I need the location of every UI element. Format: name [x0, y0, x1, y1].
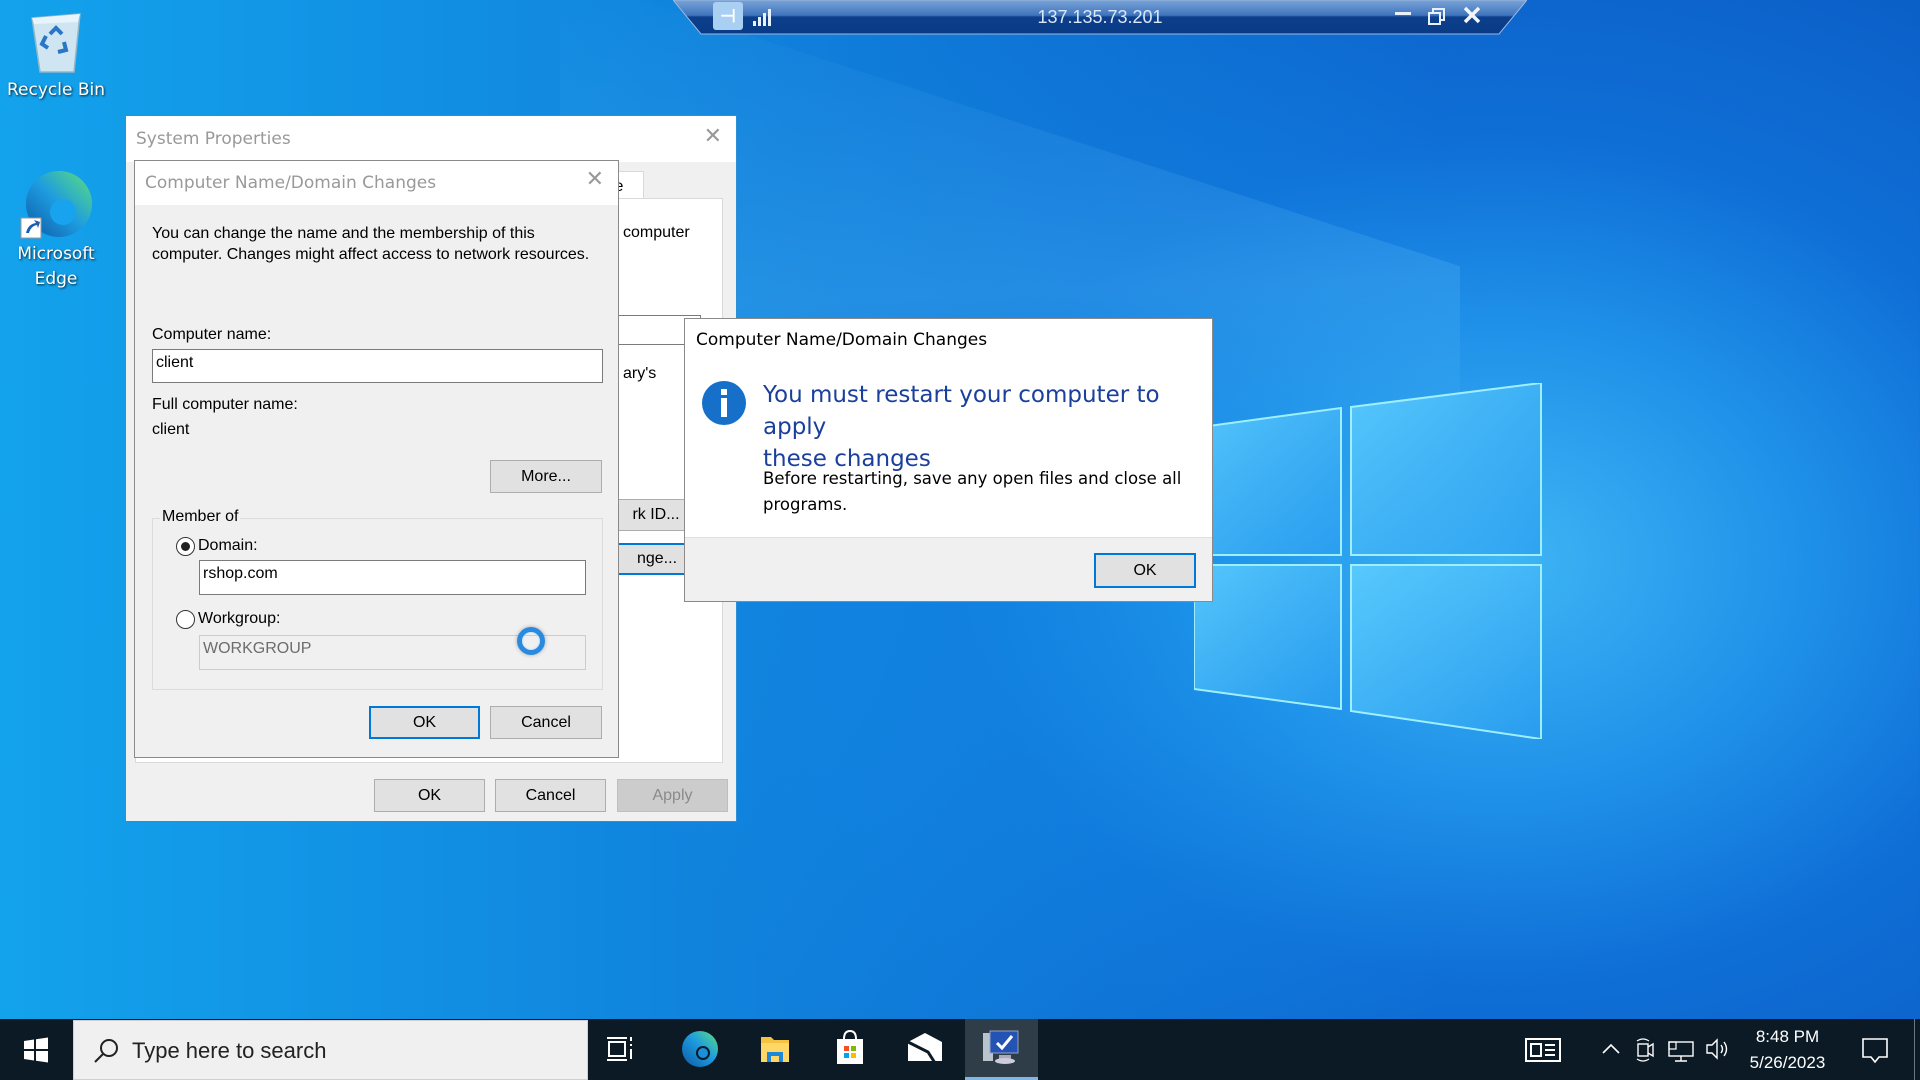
computer-name-dialog-titlebar: Computer Name/Domain Changes ✕ — [135, 161, 618, 205]
search-placeholder: Type here to search — [132, 1038, 327, 1063]
ok-label: OK — [412, 714, 437, 731]
computer-name-cancel-button[interactable]: Cancel — [490, 706, 602, 739]
chevron-up-icon — [1602, 1043, 1620, 1054]
domain-input[interactable]: rshop.com — [199, 560, 586, 595]
partial-description-text: computer — [623, 224, 690, 241]
edge-icon — [19, 166, 93, 242]
task-view-icon — [607, 1037, 632, 1061]
edge-label-line2: Edge — [34, 269, 78, 289]
mail-icon — [907, 1033, 942, 1064]
system-properties-ok-button[interactable]: OK — [374, 779, 485, 812]
clock-date: 5/26/2023 — [1749, 1053, 1826, 1072]
show-hidden-icons-button[interactable] — [1596, 1019, 1626, 1080]
system-properties-icon — [983, 1030, 1019, 1064]
computer-name-ok-button[interactable]: OK — [369, 706, 480, 739]
restart-dialog-footer: OK — [685, 537, 1212, 601]
minimize-icon[interactable] — [1395, 12, 1411, 15]
show-desktop-button[interactable] — [1914, 1019, 1920, 1080]
ok-label: OK — [1133, 562, 1157, 579]
volume-icon — [1706, 1038, 1728, 1060]
close-icon[interactable] — [1462, 5, 1482, 25]
remote-host-address: 137.135.73.201 — [1037, 7, 1163, 27]
change-label: nge... — [636, 550, 678, 567]
search-icon — [94, 1039, 118, 1063]
taskbar: Type here to search 8:48 PM 5/26/2023 — [0, 1019, 1920, 1080]
start-button[interactable] — [0, 1019, 72, 1080]
windows-logo-icon — [1193, 381, 1542, 741]
recycle-bin-icon — [26, 8, 86, 78]
restart-ok-button[interactable]: OK — [1094, 553, 1196, 588]
workgroup-value: WORKGROUP — [203, 640, 312, 657]
full-computer-name-label: Full computer name: — [152, 396, 298, 413]
domain-value: rshop.com — [203, 565, 278, 582]
recycle-bin-label: Recycle Bin — [6, 80, 105, 100]
desktop-icon-recycle-bin[interactable]: Recycle Bin — [6, 8, 106, 103]
windows-logo-wallpaper — [1193, 381, 1542, 741]
apply-label: Apply — [652, 787, 693, 804]
cancel-label: Cancel — [521, 714, 571, 731]
windows-start-icon — [24, 1037, 48, 1063]
system-properties-apply-button[interactable]: Apply — [617, 779, 728, 812]
clock[interactable]: 8:48 PM 5/26/2023 — [1740, 1019, 1835, 1080]
cancel-label: Cancel — [525, 787, 576, 804]
taskbar-mail[interactable] — [895, 1019, 955, 1080]
dialog-description: You can change the name and the membersh… — [152, 223, 589, 265]
more-label: More... — [521, 468, 571, 485]
restart-required-dialog: Computer Name/Domain Changes You must re… — [684, 318, 1213, 602]
remote-desktop-connection-bar: ⊣ 137.135.73.201 — [673, 0, 1527, 36]
network-icon — [1668, 1041, 1694, 1062]
ok-label: OK — [417, 787, 442, 804]
system-properties-cancel-button[interactable]: Cancel — [495, 779, 606, 812]
edge-label-line1: Microsoft — [17, 244, 95, 264]
desktop-icon-microsoft-edge[interactable]: Microsoft Edge — [6, 166, 106, 292]
close-icon[interactable]: ✕ — [704, 124, 722, 149]
network-tray-button[interactable] — [1665, 1019, 1697, 1080]
computer-name-label: Computer name: — [152, 326, 272, 343]
body-line: Before restarting, save any open files a… — [763, 469, 1182, 488]
taskbar-file-explorer[interactable] — [745, 1019, 805, 1080]
task-view-button[interactable] — [595, 1019, 655, 1080]
restart-body: Before restarting, save any open files a… — [763, 466, 1181, 518]
news-widget-button[interactable] — [1520, 1019, 1568, 1080]
close-icon[interactable]: ✕ — [586, 167, 604, 192]
heading-line: You must restart your computer to apply — [763, 382, 1160, 440]
taskbar-microsoft-store[interactable] — [820, 1019, 880, 1080]
domain-radio[interactable] — [176, 537, 195, 556]
info-icon — [702, 381, 746, 425]
edge-icon — [682, 1031, 718, 1067]
action-center-button[interactable] — [1850, 1019, 1900, 1080]
full-computer-name-value: client — [152, 421, 190, 438]
restart-dialog-title: Computer Name/Domain Changes — [696, 330, 988, 350]
computer-name-value: client — [156, 354, 194, 371]
computer-name-dialog-title: Computer Name/Domain Changes — [145, 173, 437, 193]
partial-label-text: ary's — [623, 365, 657, 382]
system-properties-title: System Properties — [136, 129, 291, 149]
description-line: computer. Changes might affect access to… — [152, 246, 590, 263]
more-button[interactable]: More... — [490, 460, 602, 493]
camera-tray-button[interactable] — [1632, 1019, 1660, 1080]
news-icon — [1525, 1038, 1561, 1062]
workgroup-radio[interactable] — [176, 610, 195, 629]
system-properties-titlebar: System Properties ✕ — [126, 116, 736, 162]
busy-cursor-icon — [517, 627, 545, 655]
volume-tray-button[interactable] — [1703, 1019, 1733, 1080]
computer-name-input[interactable]: client — [152, 349, 603, 383]
restart-heading: You must restart your computer to apply … — [763, 379, 1212, 475]
description-line: You can change the name and the membersh… — [152, 225, 535, 242]
workgroup-label: Workgroup: — [198, 610, 281, 627]
notifications-icon — [1862, 1038, 1888, 1064]
network-id-label: rk ID... — [632, 506, 680, 523]
domain-label: Domain: — [198, 537, 258, 554]
restore-icon[interactable] — [1427, 6, 1447, 26]
file-explorer-icon — [761, 1037, 789, 1062]
member-of-label: Member of — [160, 508, 241, 526]
taskbar-system-properties[interactable] — [965, 1019, 1038, 1080]
body-line: programs. — [763, 495, 848, 514]
computer-name-dialog: Computer Name/Domain Changes ✕ You can c… — [134, 160, 619, 758]
microsoft-store-icon — [837, 1029, 863, 1064]
taskbar-edge[interactable] — [670, 1019, 730, 1080]
search-box[interactable]: Type here to search — [73, 1020, 588, 1080]
clock-time: 8:48 PM — [1755, 1027, 1820, 1046]
camera-icon — [1636, 1038, 1654, 1062]
